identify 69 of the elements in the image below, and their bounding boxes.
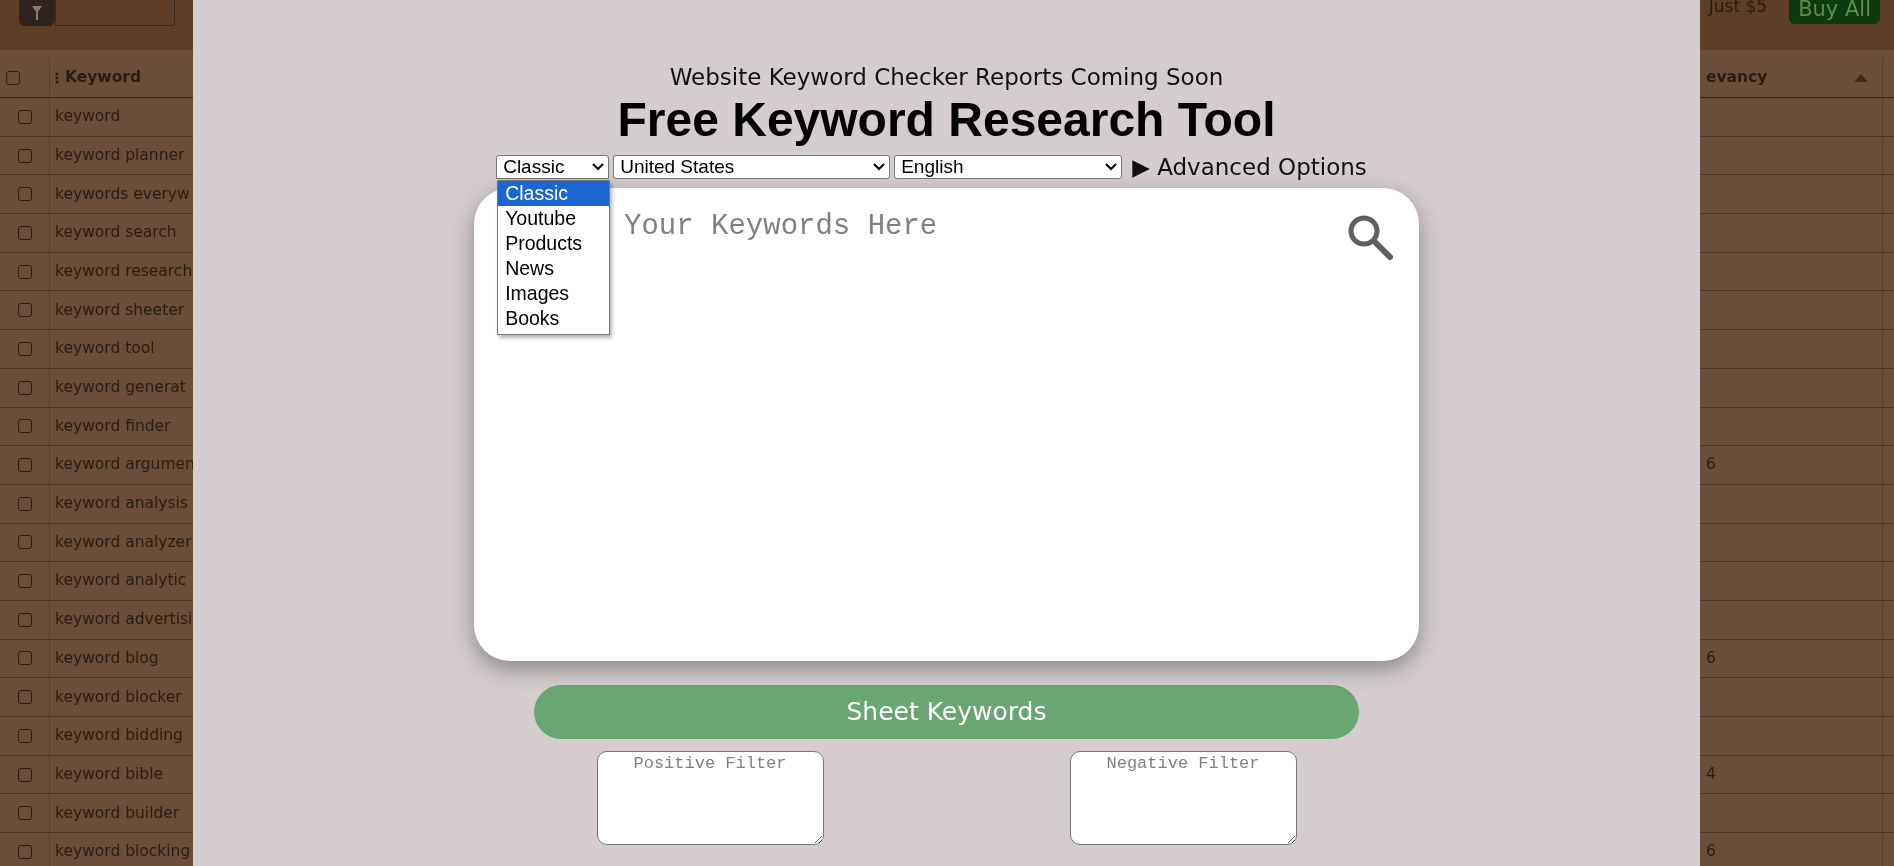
checkbox[interactable] — [17, 341, 32, 356]
checkbox[interactable] — [17, 148, 32, 163]
checkbox[interactable] — [17, 458, 32, 473]
dropdown-option[interactable]: Classic — [498, 181, 610, 206]
table-cell-text: keyword — [55, 106, 121, 128]
checkbox[interactable] — [17, 767, 32, 782]
filter-field[interactable]: Positive Filter — [596, 751, 824, 845]
notice-text: Website Keyword Checker Reports Coming Soon — [669, 63, 1224, 92]
checkbox[interactable] — [17, 535, 32, 550]
table-cell-text: keyword sheeter — [55, 299, 185, 321]
funnel-icon — [32, 6, 42, 20]
table-cell-text: keyword bidding — [55, 725, 183, 747]
table-cell-text: keyword analytic — [55, 570, 187, 592]
table-cell-text: keyword bible — [55, 763, 163, 785]
table-cell-text: keyword research — [55, 260, 193, 282]
sort-arrow-icon[interactable] — [1854, 73, 1868, 82]
menu-icon[interactable] — [55, 71, 59, 84]
chevron-down-icon[interactable] — [1105, 163, 1118, 171]
checkbox[interactable] — [17, 806, 32, 821]
checkbox[interactable] — [17, 690, 32, 705]
checkbox[interactable] — [17, 419, 32, 434]
table-cell-text: 4 — [1706, 763, 1716, 785]
table-cell-text: keyword argumen — [55, 454, 195, 476]
advanced-options-toggle[interactable]: ▶ Advanced Options — [1132, 149, 1367, 185]
table-cell-text: 6 — [1706, 841, 1716, 863]
dropdown-option[interactable]: News — [498, 256, 610, 281]
dropdown-option[interactable]: Youtube — [498, 206, 610, 231]
toolbar-button[interactable] — [19, 0, 55, 26]
dropdown-option[interactable]: Products — [498, 231, 610, 256]
search-icon — [1347, 214, 1393, 260]
modal-title: Free Keyword Research Tool — [617, 92, 1276, 148]
checkbox[interactable] — [17, 380, 32, 395]
checkbox[interactable] — [17, 187, 32, 202]
checkbox[interactable] — [17, 728, 32, 743]
table-cell-text: keyword advertisi — [55, 609, 193, 631]
checkbox[interactable] — [17, 651, 32, 666]
keywords-input[interactable]: Your Keywords Here — [622, 208, 1347, 661]
table-cell-text: keyword finder — [55, 415, 171, 437]
country-dropdown[interactable]: United States — [613, 155, 891, 179]
table-cell-text: keyword generat — [55, 377, 186, 399]
dropdown-option[interactable]: Images — [498, 281, 610, 306]
language-dropdown[interactable]: English — [894, 155, 1123, 179]
table-cell-text: keyword blocking — [55, 841, 191, 863]
checkbox[interactable] — [17, 612, 32, 627]
table-cell-text: keywords everyw — [55, 183, 190, 205]
table-cell-text: keyword planner — [55, 144, 185, 166]
filter-field[interactable]: Negative Filter — [1069, 751, 1297, 845]
table-cell-text: keyword tool — [55, 338, 155, 360]
dropdown-option[interactable]: Books — [498, 306, 610, 331]
checkbox[interactable] — [6, 70, 20, 85]
table-cell-text: keyword blocker — [55, 686, 182, 708]
table-cell-text: 6 — [1706, 454, 1716, 476]
table-cell-text: keyword search — [55, 222, 177, 244]
table-cell-text: keyword analyzer — [55, 531, 192, 553]
search-field[interactable] — [55, 0, 175, 26]
checkbox[interactable] — [17, 264, 32, 279]
table-cell-text: keyword builder — [55, 802, 180, 824]
checkbox[interactable] — [17, 225, 32, 240]
checkbox[interactable] — [17, 109, 32, 124]
checkbox[interactable] — [17, 844, 32, 859]
chevron-down-icon[interactable] — [873, 163, 886, 171]
table-cell-text: 6 — [1706, 647, 1716, 669]
chevron-down-icon[interactable] — [592, 163, 605, 171]
table-cell-text: keyword analysis — [55, 493, 188, 515]
table-cell-text: keyword blog — [55, 647, 159, 669]
checkbox[interactable] — [17, 574, 32, 589]
checkbox[interactable] — [17, 303, 32, 318]
checkbox[interactable] — [17, 496, 32, 511]
mode-dropdown[interactable]: Classic — [496, 155, 610, 179]
